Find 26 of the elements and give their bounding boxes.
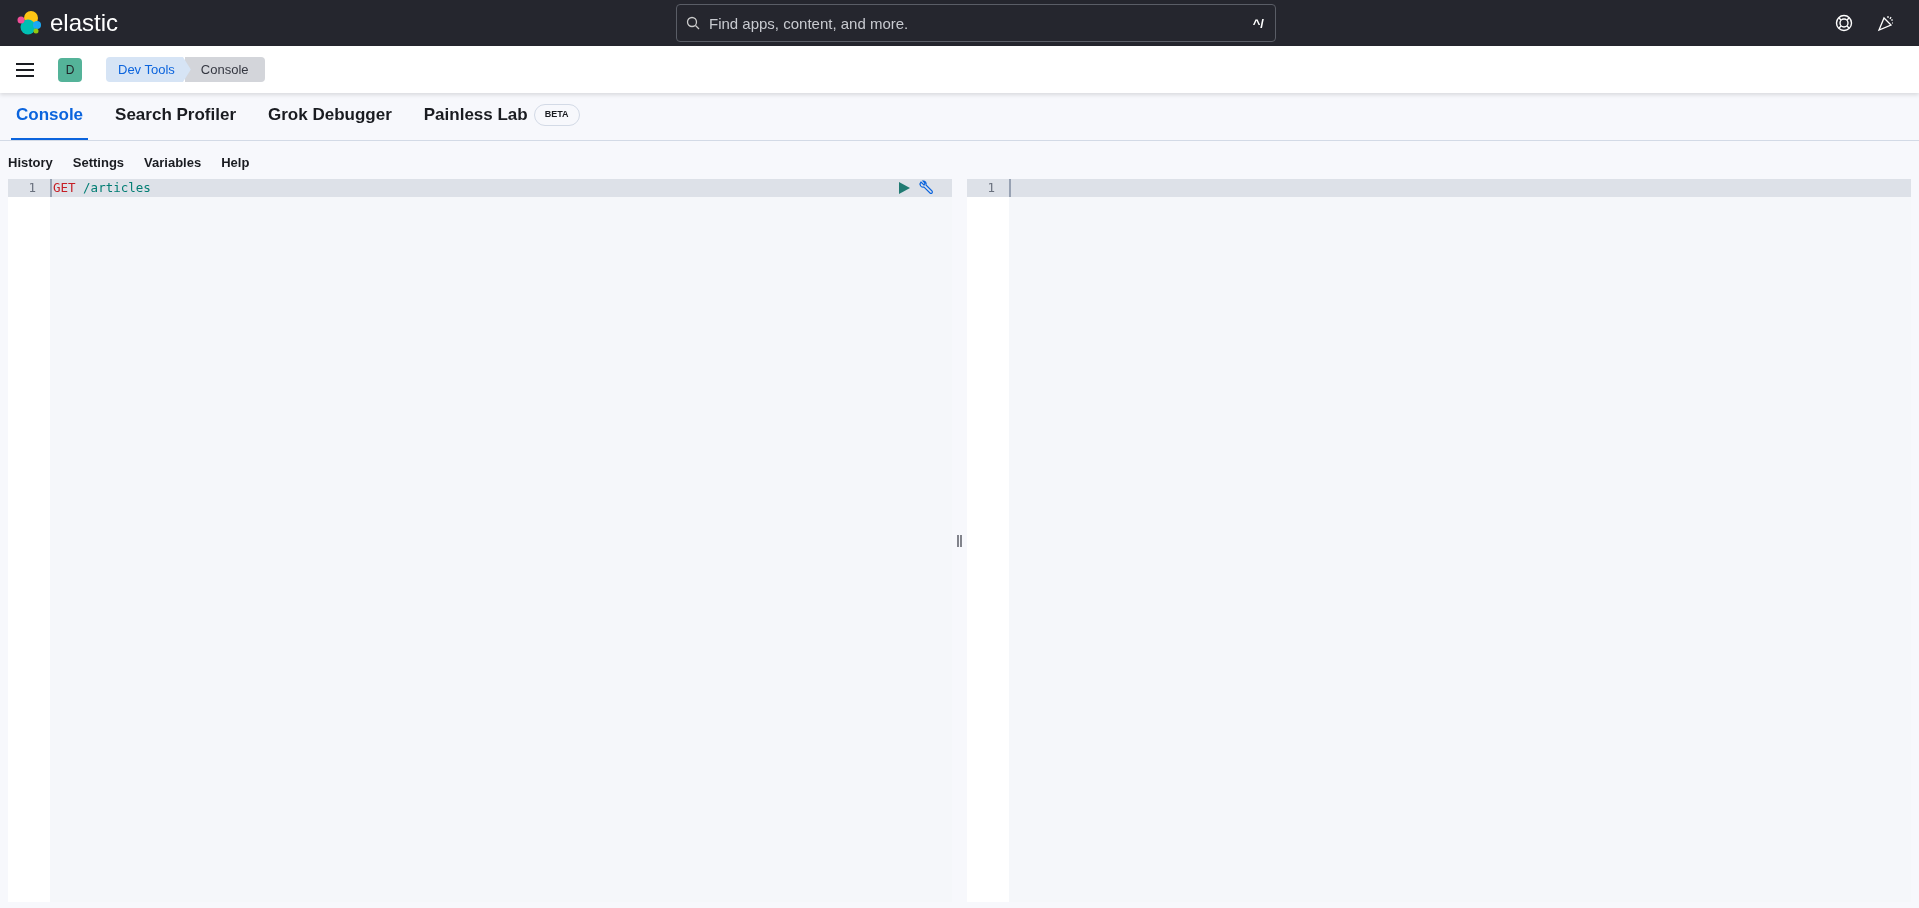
toolbar-link[interactable]: Help	[221, 153, 250, 173]
logo-icon	[16, 10, 42, 36]
tab[interactable]: Search Profiler	[115, 92, 236, 140]
shortcut-hint: ^/	[1252, 15, 1264, 33]
help-icon[interactable]	[1835, 14, 1853, 32]
toolbar-link[interactable]: Variables	[144, 153, 202, 173]
search-icon	[686, 16, 700, 30]
line-number: 1	[8, 179, 50, 197]
toolbar-link[interactable]: Settings	[72, 153, 125, 173]
toolbar-link[interactable]: History	[8, 153, 53, 173]
line-number: 1	[967, 179, 1009, 197]
space-avatar[interactable]: D	[58, 57, 82, 82]
logo-text: elastic	[50, 8, 119, 38]
request-editor[interactable]: 1 GET /articles	[8, 179, 952, 902]
code-token: GET	[53, 180, 76, 195]
play-icon[interactable]	[899, 182, 910, 194]
code-token: /articles	[83, 180, 151, 195]
tab[interactable]: Grok Debugger	[268, 92, 392, 140]
resize-handle[interactable]	[957, 534, 962, 547]
party-icon[interactable]	[1877, 14, 1895, 32]
tab[interactable]: Painless Lab BETA	[423, 92, 580, 140]
breadcrumb[interactable]: Console	[184, 56, 265, 83]
wrench-icon[interactable]	[918, 180, 934, 196]
breadcrumb[interactable]: Dev Tools	[106, 56, 191, 83]
tab[interactable]: Console	[11, 92, 89, 140]
menu-icon[interactable]	[16, 62, 34, 77]
